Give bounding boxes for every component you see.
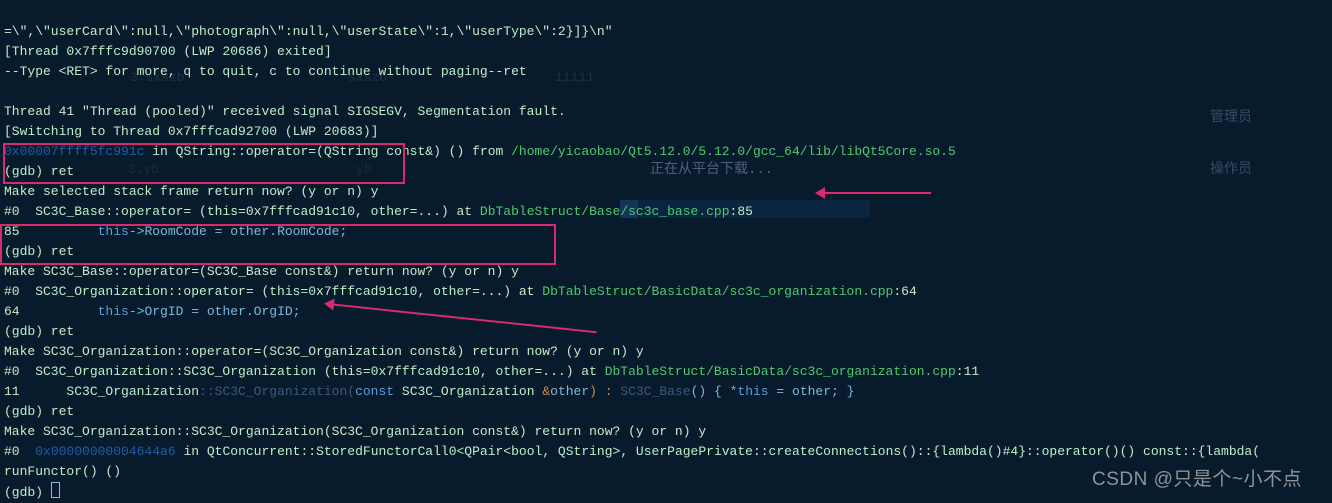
line-qstring-frame: 0x00007ffff5fc991c in QString::operator=… [4,144,956,159]
line-frame-functor: #0 0x00000000004644a6 in QtConcurrent::S… [4,444,1260,459]
line-confirm-1: Make selected stack frame return now? (y… [4,184,378,199]
line-frame-org-op: #0 SC3C_Organization::operator= (this=0x… [4,284,917,299]
line-gdb-ret-4: (gdb) ret [4,404,74,419]
line-thread-exit: [Thread 0x7fffc9d90700 (LWP 20686) exite… [4,44,332,59]
line-gdb-ret-3: (gdb) ret [4,324,74,339]
line-runfunctor: runFunctor() () [4,464,121,479]
line-confirm-4: Make SC3C_Organization::SC3C_Organizatio… [4,424,706,439]
line-json: =\",\"userCard\":null,\"photograph\":nul… [4,24,613,39]
input-cursor [51,482,60,498]
terminal-output[interactable]: =\",\"userCard\":null,\"photograph\":nul… [0,0,1332,500]
line-gdb-ret-2: (gdb) ret [4,244,74,259]
line-switch-thread: [Switching to Thread 0x7fffcad92700 (LWP… [4,124,378,139]
line-confirm-2: Make SC3C_Base::operator=(SC3C_Base cons… [4,264,519,279]
line-sigsegv: Thread 41 "Thread (pooled)" received sig… [4,104,566,119]
line-src-85: 85 this->RoomCode = other.RoomCode; [4,224,347,239]
line-confirm-3: Make SC3C_Organization::operator=(SC3C_O… [4,344,644,359]
line-pager-prompt: --Type <RET> for more, q to quit, c to c… [4,64,527,79]
line-gdb-ret-1: (gdb) ret [4,164,74,179]
line-src-64: 64 this->OrgID = other.OrgID; [4,304,300,319]
line-frame-org-ctor: #0 SC3C_Organization::SC3C_Organization … [4,364,979,379]
line-frame-base: #0 SC3C_Base::operator= (this=0x7fffcad9… [4,204,753,219]
line-src-11: 11 SC3C_Organization::SC3C_Organization(… [4,384,854,399]
line-gdb-prompt[interactable]: (gdb) [4,485,60,500]
watermark: CSDN @只是个~小不点 [1092,470,1302,490]
